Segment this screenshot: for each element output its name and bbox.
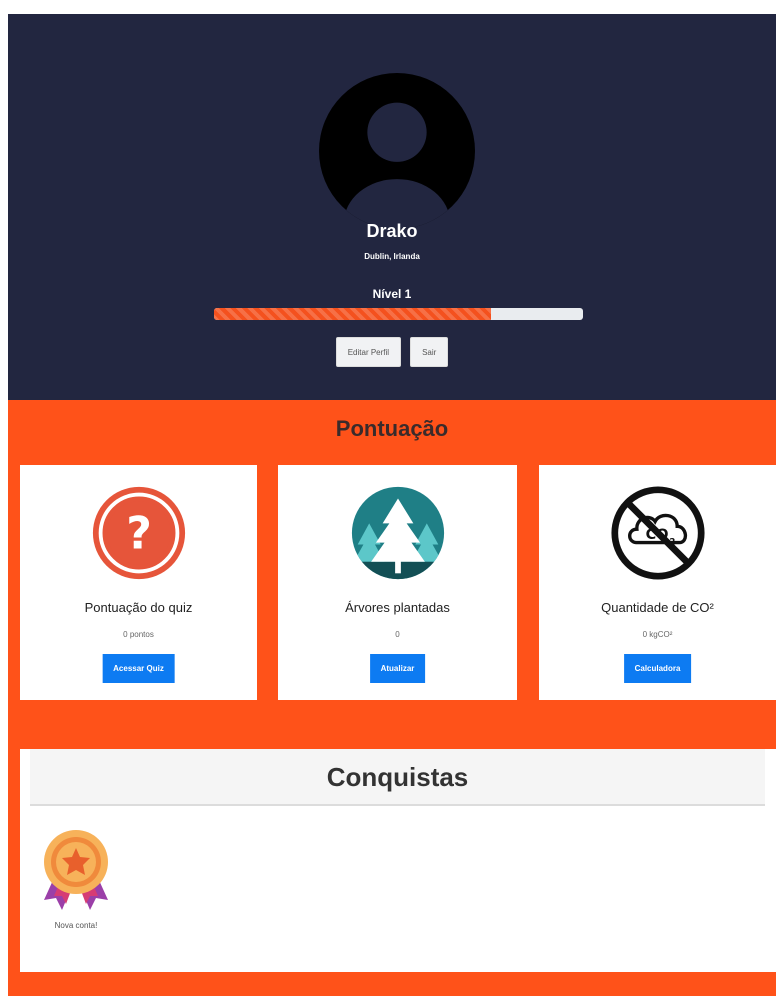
- medal-icon: [44, 830, 108, 910]
- profile-page: Drako Dublin, Irlanda Nível 1 Editar Per…: [8, 14, 776, 996]
- trees-planted-card: Árvores plantadas 0 Atualizar: [278, 465, 517, 700]
- level-progress-fill: [214, 308, 491, 320]
- quiz-score-card: ? Pontuação do quiz 0 pontos Acessar Qui…: [20, 465, 257, 700]
- profile-actions: Editar Perfil Sair: [8, 337, 776, 367]
- score-section-title: Pontuação: [335, 416, 449, 441]
- quiz-card-value: 0 pontos: [123, 630, 154, 639]
- user-avatar-icon: [319, 73, 475, 229]
- trees-card-title: Árvores plantadas: [345, 600, 450, 615]
- user-location: Dublin, Irlanda: [364, 252, 420, 261]
- achievements-title: Conquistas: [326, 762, 469, 792]
- achievements-card: Conquistas Nova conta!: [20, 749, 776, 972]
- profile-header: Drako Dublin, Irlanda Nível 1 Editar Per…: [8, 14, 776, 400]
- trees-icon: [351, 486, 444, 580]
- trees-card-value: 0: [395, 630, 400, 639]
- question-icon: ?: [92, 486, 185, 580]
- level-progress-bar: [214, 308, 583, 320]
- user-name: Drako: [366, 221, 418, 241]
- score-section: Pontuação ? Pontuação do quiz 0 pontos A…: [8, 400, 776, 996]
- access-quiz-button[interactable]: Acessar Quiz: [102, 654, 175, 683]
- co2-card-value: 0 kgCO²: [642, 630, 673, 639]
- update-trees-button[interactable]: Atualizar: [369, 654, 426, 683]
- badge-label: Nova conta!: [54, 921, 98, 930]
- co2-card-title: Quantidade de CO²: [601, 600, 714, 615]
- logout-button[interactable]: Sair: [410, 337, 449, 367]
- co2-amount-card: CO 2 Quantidade de CO² 0 kgCO² Calculado…: [539, 465, 776, 700]
- badge-item: Nova conta!: [34, 826, 118, 930]
- level-label: Nível 1: [372, 287, 412, 301]
- edit-profile-button[interactable]: Editar Perfil: [335, 337, 402, 367]
- no-co2-icon: CO 2: [610, 486, 705, 580]
- quiz-card-title: Pontuação do quiz: [84, 600, 193, 615]
- svg-text:?: ?: [126, 508, 152, 559]
- calculator-button[interactable]: Calculadora: [623, 654, 692, 683]
- achievements-header: Conquistas: [30, 749, 765, 806]
